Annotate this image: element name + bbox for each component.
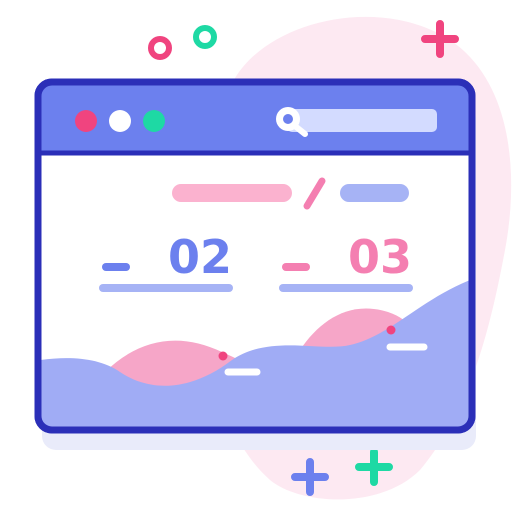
ring-green-icon	[193, 25, 217, 49]
maximize-dot[interactable]	[143, 110, 165, 132]
ring-pink-icon	[148, 36, 172, 60]
close-dot[interactable]	[75, 110, 97, 132]
wave-dot-2	[386, 325, 396, 335]
minimize-dot[interactable]	[109, 110, 131, 132]
right-number: 03	[348, 230, 412, 284]
wave-dot-1	[218, 351, 228, 361]
search-bar[interactable]	[287, 109, 437, 132]
browser-slide-illustration: 02 03	[34, 16, 512, 500]
left-number: 02	[168, 230, 232, 284]
